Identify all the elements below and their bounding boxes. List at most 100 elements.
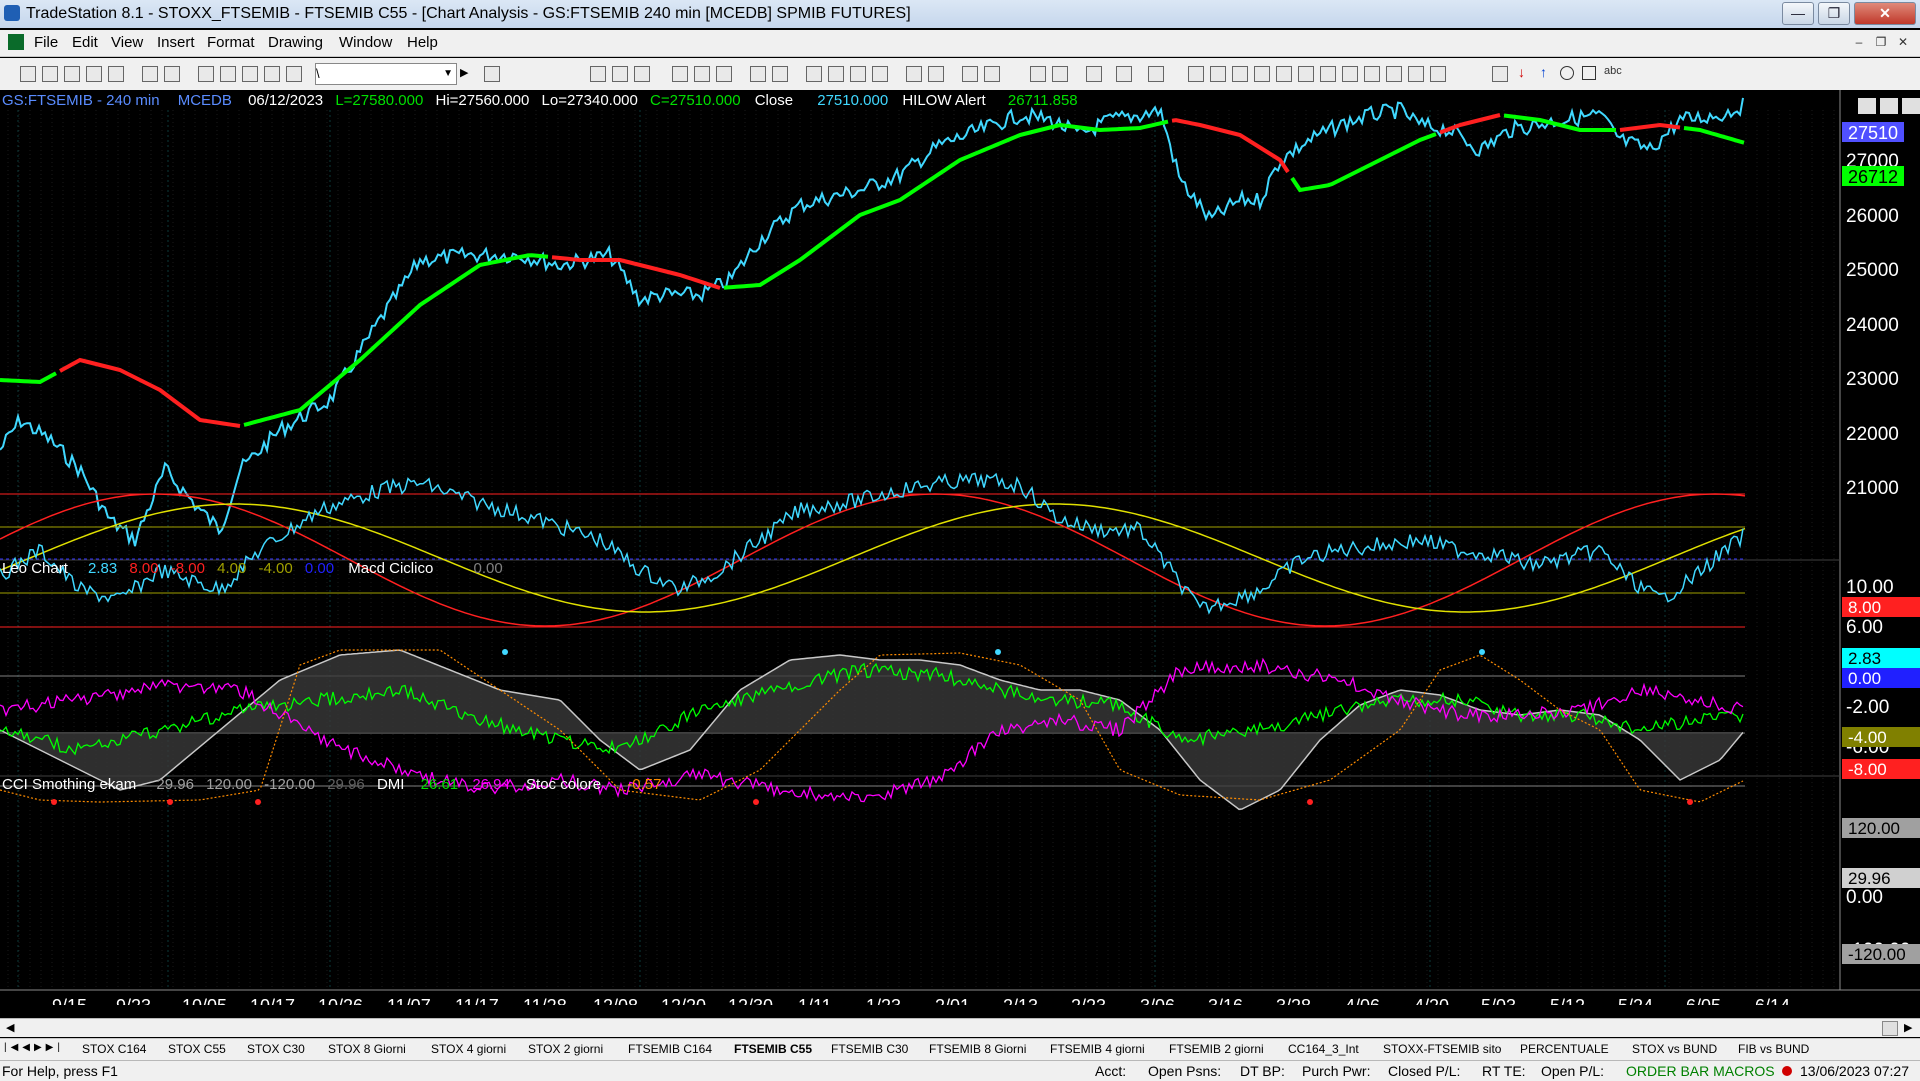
menu-help[interactable]: Help bbox=[407, 34, 438, 51]
scale-icon[interactable] bbox=[906, 66, 922, 82]
scroll-right-icon[interactable]: ▶ bbox=[1904, 1021, 1912, 1034]
arc-icon[interactable] bbox=[1276, 66, 1292, 82]
tab-stox-4-giorni[interactable]: STOX 4 giorni bbox=[431, 1042, 506, 1056]
globe-icon[interactable] bbox=[286, 66, 302, 82]
gann-icon[interactable] bbox=[1342, 66, 1358, 82]
close-value: 27510.000 bbox=[817, 92, 888, 109]
cycle-lines-icon[interactable] bbox=[1320, 66, 1336, 82]
minimize-button[interactable]: — bbox=[1782, 2, 1814, 25]
bars-icon[interactable] bbox=[828, 66, 844, 82]
bars-alt-icon[interactable] bbox=[850, 66, 866, 82]
status-order-bar-macros[interactable]: ORDER BAR MACROS bbox=[1626, 1063, 1775, 1079]
tab-stox-8-giorni[interactable]: STOX 8 Giorni bbox=[328, 1042, 406, 1056]
text-tool-icon[interactable]: abc bbox=[1604, 65, 1622, 77]
arrow-down-icon[interactable]: ↓ bbox=[1518, 64, 1525, 80]
menu-edit[interactable]: Edit bbox=[72, 34, 98, 51]
tool-icon[interactable] bbox=[1086, 66, 1102, 82]
print-preview-icon[interactable] bbox=[142, 66, 158, 82]
new-icon[interactable] bbox=[20, 66, 36, 82]
symbol-combo[interactable]: \ ▼ bbox=[315, 63, 457, 85]
horizontal-scrollbar[interactable]: ◀ ▶ bbox=[0, 1018, 1920, 1037]
ellipse-icon[interactable] bbox=[1560, 66, 1574, 80]
channel-icon[interactable] bbox=[1298, 66, 1314, 82]
pointer-icon[interactable] bbox=[1030, 66, 1046, 82]
link-icon[interactable] bbox=[1116, 66, 1132, 82]
trendline-icon[interactable] bbox=[1188, 66, 1204, 82]
menu-insert[interactable]: Insert bbox=[157, 34, 195, 51]
candles-alt-icon[interactable] bbox=[872, 66, 888, 82]
lock-icon[interactable] bbox=[242, 66, 258, 82]
chart-canvas[interactable]: GS:FTSEMIB - 240 min MCEDB 06/12/2023 L=… bbox=[0, 90, 1920, 1016]
mdi-restore-button[interactable]: ❐ bbox=[1872, 33, 1890, 51]
workspace-icon[interactable] bbox=[86, 66, 102, 82]
fibonacci-icon[interactable] bbox=[1254, 66, 1270, 82]
bar-chart-icon[interactable] bbox=[612, 66, 628, 82]
vertical-lines-icon[interactable] bbox=[1210, 66, 1226, 82]
pencil-icon[interactable] bbox=[1430, 66, 1446, 82]
menu-drawing[interactable]: Drawing bbox=[268, 34, 323, 51]
window-list-icon[interactable] bbox=[220, 66, 236, 82]
mdi-close-button[interactable]: ✕ bbox=[1894, 33, 1912, 51]
chart-style-icon[interactable] bbox=[590, 66, 606, 82]
arrow-up-icon[interactable]: ↑ bbox=[1540, 64, 1547, 80]
panel-minimize-icon[interactable] bbox=[1858, 98, 1876, 114]
panel-close-icon[interactable] bbox=[1902, 98, 1920, 114]
tab-stox-c164[interactable]: STOX C164 bbox=[82, 1042, 146, 1056]
tab-percentuale[interactable]: PERCENTUALE bbox=[1520, 1042, 1609, 1056]
tab-ftsemib-2-giorni[interactable]: FTSEMIB 2 giorni bbox=[1169, 1042, 1264, 1056]
indicator-icon[interactable] bbox=[772, 66, 788, 82]
candles-icon[interactable] bbox=[806, 66, 822, 82]
tab-fib-vs-bund[interactable]: FIB vs BUND bbox=[1738, 1042, 1809, 1056]
menu-file[interactable]: File bbox=[34, 34, 58, 51]
tab-ftsemib-8-giorni[interactable]: FTSEMIB 8 Giorni bbox=[929, 1042, 1026, 1056]
close-button[interactable]: ✕ bbox=[1854, 2, 1916, 25]
menu-window[interactable]: Window bbox=[339, 34, 392, 51]
open-icon[interactable] bbox=[42, 66, 58, 82]
scroll-thumb[interactable] bbox=[1882, 1021, 1898, 1036]
tab-stox-c55[interactable]: STOX C55 bbox=[168, 1042, 226, 1056]
curve-icon[interactable] bbox=[1492, 66, 1508, 82]
hand-icon[interactable] bbox=[1052, 66, 1068, 82]
horizontal-lines-icon[interactable] bbox=[1232, 66, 1248, 82]
line-chart-icon[interactable] bbox=[672, 66, 688, 82]
drawing-icon[interactable] bbox=[1148, 66, 1164, 82]
rectangle-icon[interactable] bbox=[1582, 66, 1596, 80]
insert-analysis-icon[interactable] bbox=[484, 66, 500, 82]
panel-restore-icon[interactable] bbox=[1880, 98, 1898, 114]
stoc-dot-high bbox=[1479, 649, 1485, 655]
maximize-button[interactable]: ❐ bbox=[1818, 2, 1850, 25]
format-icon[interactable] bbox=[716, 66, 732, 82]
horizontal-arrow-icon[interactable] bbox=[1364, 66, 1380, 82]
tab-stox-c30[interactable]: STOX C30 bbox=[247, 1042, 305, 1056]
play-icon[interactable]: ▶ bbox=[460, 66, 468, 79]
window-icon[interactable] bbox=[198, 66, 214, 82]
menu-format[interactable]: Format bbox=[207, 34, 255, 51]
time-axis-label: 5/03 bbox=[1481, 996, 1516, 1005]
tab-nav-icons[interactable]: |◀◀▶▶| bbox=[4, 1042, 64, 1053]
table-icon[interactable] bbox=[634, 66, 650, 82]
refresh-icon[interactable] bbox=[694, 66, 710, 82]
scroll-left-icon[interactable]: ◀ bbox=[6, 1021, 14, 1034]
tab-stox-vs-bund[interactable]: STOX vs BUND bbox=[1632, 1042, 1717, 1056]
alert-value: 26711.858 bbox=[1008, 92, 1078, 109]
arch-icon[interactable] bbox=[1408, 66, 1424, 82]
zoom-in-icon[interactable] bbox=[962, 66, 978, 82]
tab-ftsemib-c164[interactable]: FTSEMIB C164 bbox=[628, 1042, 712, 1056]
mdi-minimize-button[interactable]: – bbox=[1850, 33, 1868, 51]
tab-ftsemib-c55[interactable]: FTSEMIB C55 bbox=[734, 1042, 812, 1056]
tab-stox-2-giorni[interactable]: STOX 2 giorni bbox=[528, 1042, 603, 1056]
tab-cc164-3-int[interactable]: CC164_3_Int bbox=[1288, 1042, 1359, 1056]
menu-view[interactable]: View bbox=[111, 34, 143, 51]
tools-icon[interactable] bbox=[264, 66, 280, 82]
scale-alt-icon[interactable] bbox=[928, 66, 944, 82]
parallel-lines-icon[interactable] bbox=[1386, 66, 1402, 82]
strategy-icon[interactable] bbox=[750, 66, 766, 82]
print-icon[interactable] bbox=[164, 66, 180, 82]
tab-ftsemib-c30[interactable]: FTSEMIB C30 bbox=[831, 1042, 908, 1056]
zoom-out-icon[interactable] bbox=[984, 66, 1000, 82]
tab-ftsemib-4-giorni[interactable]: FTSEMIB 4 giorni bbox=[1050, 1042, 1145, 1056]
save-icon[interactable] bbox=[64, 66, 80, 82]
folder-icon[interactable] bbox=[108, 66, 124, 82]
tab-stoxx-ftsemib-sito[interactable]: STOXX-FTSEMIB sito bbox=[1383, 1042, 1501, 1056]
chart-area[interactable]: GS:FTSEMIB - 240 min MCEDB 06/12/2023 L=… bbox=[0, 90, 1920, 1016]
